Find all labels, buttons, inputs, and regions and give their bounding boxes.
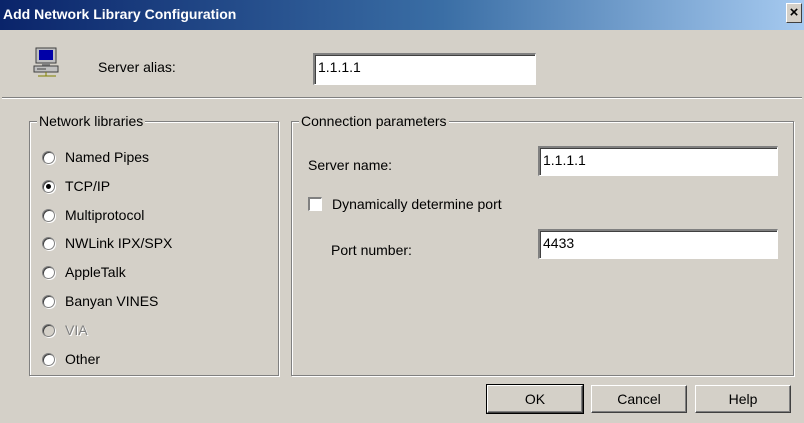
ok-button[interactable]: OK bbox=[486, 384, 584, 414]
server-alias-label: Server alias: bbox=[98, 59, 176, 75]
window-title: Add Network Library Configuration bbox=[3, 6, 237, 22]
close-button[interactable]: × bbox=[786, 3, 802, 23]
radio-named-pipes[interactable] bbox=[42, 151, 55, 164]
radio-nwlink-ipx-spx[interactable] bbox=[42, 237, 55, 250]
cancel-button[interactable]: Cancel bbox=[591, 385, 687, 413]
dynamic-port-label[interactable]: Dynamically determine port bbox=[332, 196, 502, 212]
title-bar[interactable]: Add Network Library Configuration × bbox=[0, 0, 804, 30]
close-icon: × bbox=[789, 4, 799, 21]
server-name-input[interactable]: 1.1.1.1 bbox=[538, 146, 778, 176]
port-number-input[interactable]: 4433 bbox=[538, 229, 778, 259]
network-libraries-legend: Network libraries bbox=[37, 113, 146, 129]
radio-label-other[interactable]: Other bbox=[65, 351, 100, 367]
radio-label-via: VIA bbox=[65, 322, 88, 338]
radio-multiprotocol[interactable] bbox=[42, 209, 55, 222]
radio-label-tcp-ip[interactable]: TCP/IP bbox=[65, 178, 110, 194]
help-button[interactable]: Help bbox=[695, 385, 791, 413]
radio-label-named-pipes[interactable]: Named Pipes bbox=[65, 149, 149, 165]
radio-via bbox=[42, 324, 55, 337]
computer-icon bbox=[33, 47, 59, 77]
radio-label-appletalk[interactable]: AppleTalk bbox=[65, 264, 126, 280]
radio-label-multiprotocol[interactable]: Multiprotocol bbox=[65, 207, 144, 223]
radio-label-nwlink-ipx-spx[interactable]: NWLink IPX/SPX bbox=[65, 235, 172, 251]
connection-parameters-legend: Connection parameters bbox=[299, 113, 449, 129]
server-name-label: Server name: bbox=[308, 157, 393, 173]
radio-other[interactable] bbox=[42, 353, 55, 366]
separator bbox=[2, 97, 802, 99]
radio-tcp-ip[interactable] bbox=[42, 180, 55, 193]
radio-banyan-vines[interactable] bbox=[42, 295, 55, 308]
radio-label-banyan-vines[interactable]: Banyan VINES bbox=[65, 293, 158, 309]
server-alias-input[interactable]: 1.1.1.1 bbox=[313, 53, 536, 85]
radio-appletalk[interactable] bbox=[42, 266, 55, 279]
port-number-label: Port number: bbox=[331, 242, 412, 258]
radio-selected-dot bbox=[46, 184, 51, 189]
dynamic-port-checkbox[interactable] bbox=[308, 197, 322, 211]
